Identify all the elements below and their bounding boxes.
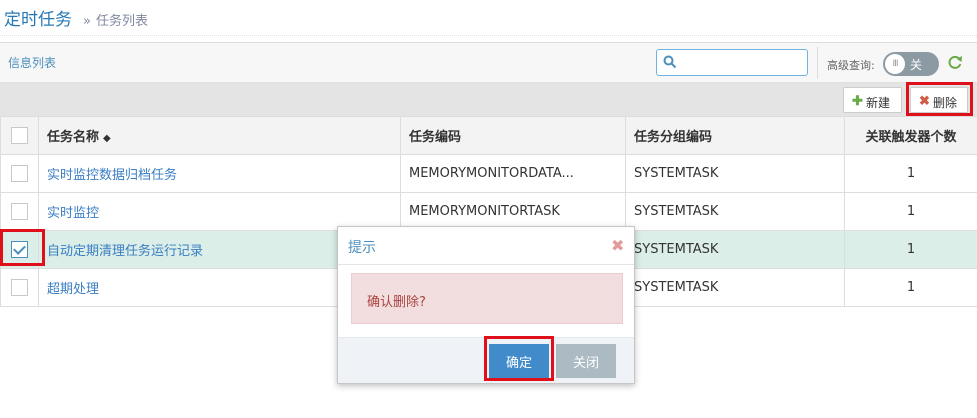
page-header: 定时任务 » 任务列表 bbox=[0, 0, 977, 36]
column-header-name[interactable]: 任务名称 ◆ bbox=[38, 116, 401, 155]
refresh-icon[interactable] bbox=[947, 54, 963, 70]
select-all-cell bbox=[0, 116, 39, 155]
dialog-message: 确认删除? bbox=[367, 295, 426, 310]
toggle-knob: III bbox=[885, 54, 905, 74]
dialog-message-box: 确认删除? bbox=[351, 273, 623, 324]
trigger-count-cell: 1 bbox=[844, 154, 977, 193]
dialog-header: 提示 ✖ bbox=[338, 227, 634, 265]
trigger-count-cell: 1 bbox=[844, 230, 977, 269]
plus-icon: ✚ bbox=[852, 93, 863, 108]
row-checkbox-cell bbox=[0, 192, 39, 231]
dialog-title: 提示 bbox=[348, 240, 376, 256]
sort-icon[interactable]: ◆ bbox=[103, 133, 111, 144]
close-icon[interactable]: ✖ bbox=[611, 236, 624, 255]
trigger-count-cell: 1 bbox=[844, 192, 977, 231]
new-button[interactable]: ✚ 新建 bbox=[843, 87, 902, 113]
row-checkbox[interactable] bbox=[11, 165, 28, 182]
task-name-cell: 实时监控数据归档任务 bbox=[38, 154, 401, 193]
table-row[interactable]: 实时监控 MEMORYMONITORTASK SYSTEMTASK 1 bbox=[0, 192, 977, 231]
row-checkbox[interactable] bbox=[11, 203, 28, 220]
table-header-row: 任务名称 ◆ 任务编码 任务分组编码 关联触发器个数 bbox=[0, 116, 977, 155]
checkbox-highlight bbox=[0, 229, 45, 266]
search-icon bbox=[663, 55, 677, 69]
advanced-search-label: 高级查询: bbox=[827, 59, 875, 72]
divider bbox=[817, 47, 818, 79]
trigger-count-cell: 1 bbox=[844, 268, 977, 307]
task-name-link[interactable]: 超期处理 bbox=[47, 282, 99, 297]
column-header-group: 任务分组编码 bbox=[625, 116, 845, 155]
delete-button-highlight bbox=[906, 82, 973, 116]
row-checkbox[interactable] bbox=[11, 279, 28, 296]
page-title: 定时任务 bbox=[4, 10, 72, 30]
advanced-search-toggle[interactable]: III 关 bbox=[883, 52, 939, 76]
select-all-checkbox[interactable] bbox=[11, 127, 28, 144]
row-checkbox-cell bbox=[0, 154, 39, 193]
column-header-trigger-count: 关联触发器个数 bbox=[844, 116, 977, 155]
task-name-link[interactable]: 自动定期清理任务运行记录 bbox=[47, 244, 203, 259]
breadcrumb-separator: » bbox=[83, 14, 91, 29]
new-button-label: 新建 bbox=[866, 96, 891, 110]
row-checkbox-cell bbox=[0, 268, 39, 307]
task-code-cell: MEMORYMONITORDATA... bbox=[400, 154, 626, 193]
breadcrumb: » 任务列表 bbox=[83, 10, 148, 29]
close-button[interactable]: 关闭 bbox=[556, 344, 616, 378]
search-input[interactable] bbox=[681, 53, 801, 72]
column-header-code: 任务编码 bbox=[400, 116, 626, 155]
column-header-label: 任务名称 bbox=[47, 130, 100, 145]
toggle-label: 关 bbox=[910, 58, 923, 72]
task-group-cell: SYSTEMTASK bbox=[625, 268, 845, 307]
task-group-cell: SYSTEMTASK bbox=[625, 192, 845, 231]
task-name-cell: 实时监控 bbox=[38, 192, 401, 231]
toolbar: ✚ 新建 ✖ 删除 bbox=[0, 83, 977, 117]
page: 定时任务 » 任务列表 信息列表 高级查询: III 关 ✚ 新建 ✖ 删除 任… bbox=[0, 0, 977, 418]
confirm-button-highlight bbox=[484, 336, 554, 381]
task-code-cell: MEMORYMONITORTASK bbox=[400, 192, 626, 231]
task-group-cell: SYSTEMTASK bbox=[625, 230, 845, 269]
panel-title: 信息列表 bbox=[8, 56, 57, 70]
search-box[interactable] bbox=[656, 49, 808, 76]
task-group-cell: SYSTEMTASK bbox=[625, 154, 845, 193]
breadcrumb-current: 任务列表 bbox=[95, 14, 148, 29]
task-name-link[interactable]: 实时监控数据归档任务 bbox=[47, 168, 177, 183]
task-name-link[interactable]: 实时监控 bbox=[47, 206, 99, 221]
panel-header: 信息列表 高级查询: III 关 bbox=[0, 43, 977, 83]
table-row[interactable]: 实时监控数据归档任务 MEMORYMONITORDATA... SYSTEMTA… bbox=[0, 154, 977, 193]
